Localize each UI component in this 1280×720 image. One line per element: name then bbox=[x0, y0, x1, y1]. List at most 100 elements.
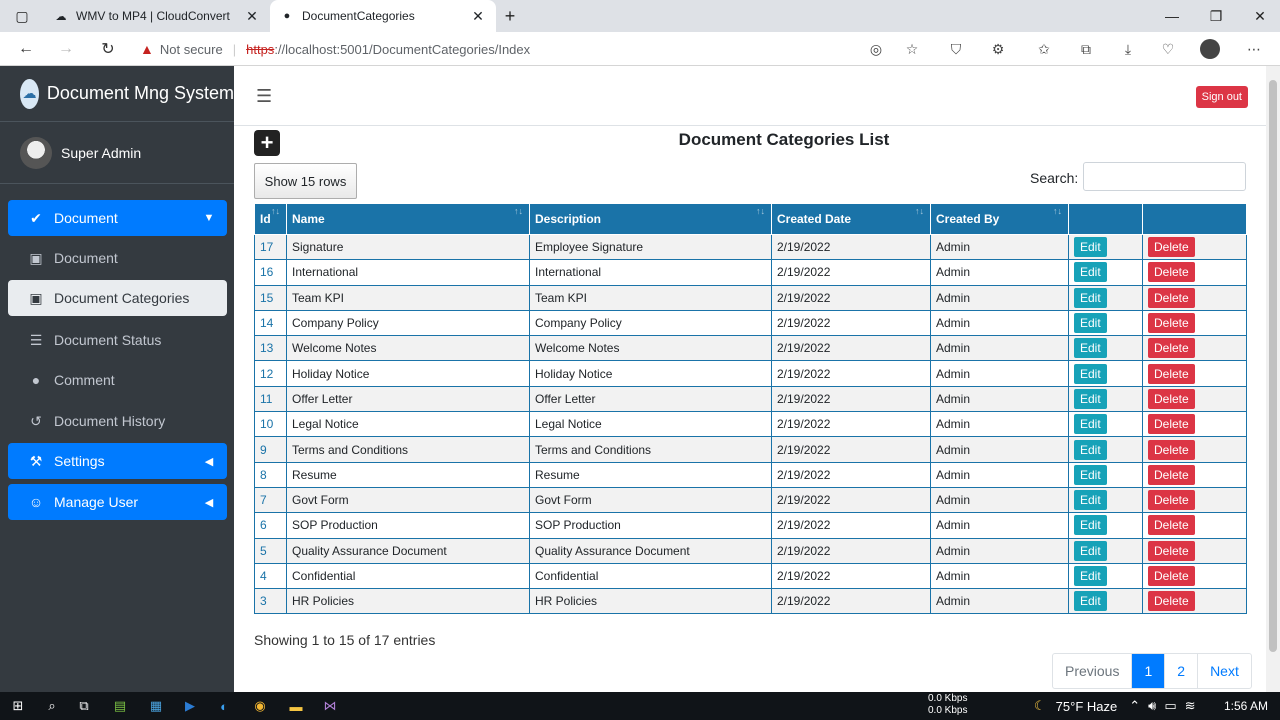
edit-button[interactable]: Edit bbox=[1074, 237, 1107, 258]
tab-close-icon[interactable]: ✕ bbox=[244, 8, 260, 25]
cloud-icon: ☁ bbox=[55, 10, 67, 23]
notepad-icon[interactable]: ▤ bbox=[110, 696, 130, 716]
location-icon[interactable]: ◎ bbox=[866, 39, 886, 59]
delete-button[interactable]: Delete bbox=[1148, 566, 1195, 586]
delete-button[interactable]: Delete bbox=[1148, 490, 1195, 511]
refresh-icon[interactable]: ↻ bbox=[96, 37, 120, 61]
column-header-description[interactable]: Description ↑↓ bbox=[529, 203, 772, 235]
more-icon[interactable]: ⋯ bbox=[1244, 39, 1264, 59]
edit-button[interactable]: Edit bbox=[1074, 338, 1107, 359]
edit-button[interactable]: Edit bbox=[1074, 490, 1107, 511]
browser-essentials-icon[interactable]: ♡ bbox=[1158, 39, 1178, 59]
powershell-icon[interactable]: ▶ bbox=[180, 696, 200, 716]
column-header-id[interactable]: Id ↑↓ bbox=[254, 203, 287, 235]
pagination-previous[interactable]: Previous bbox=[1053, 654, 1131, 688]
weather-widget[interactable]: ☾ 75°F Haze ⌃ 🔊︎ ▭ ≋ bbox=[1034, 698, 1196, 714]
tab-close-icon[interactable]: ✕ bbox=[470, 8, 486, 25]
restore-icon[interactable]: ❐ bbox=[1196, 0, 1236, 32]
extensions-icon[interactable]: ⚙ bbox=[988, 39, 1008, 59]
pagination-next[interactable]: Next bbox=[1197, 654, 1251, 688]
app-icon[interactable]: ▦ bbox=[146, 696, 166, 716]
sign-out-button[interactable]: Sign out bbox=[1195, 86, 1248, 108]
edit-button[interactable]: Edit bbox=[1074, 414, 1107, 435]
tab-actions-icon[interactable]: ▢ bbox=[2, 0, 42, 32]
back-icon[interactable]: ← bbox=[14, 37, 38, 61]
battery-icon[interactable]: ▭ bbox=[1164, 698, 1176, 714]
edit-button[interactable]: Edit bbox=[1074, 566, 1107, 586]
delete-button[interactable]: Delete bbox=[1148, 287, 1195, 308]
delete-button[interactable]: Delete bbox=[1148, 388, 1195, 409]
edit-button[interactable]: Edit bbox=[1074, 313, 1107, 334]
scrollbar-thumb[interactable] bbox=[1269, 80, 1277, 652]
tab-document-categories[interactable]: ● DocumentCategories ✕ bbox=[270, 0, 496, 32]
sidebar-item-document-history[interactable]: ↺ Document History bbox=[8, 403, 227, 439]
delete-button[interactable]: Delete bbox=[1148, 464, 1195, 485]
windows-start-icon[interactable]: ⊞ bbox=[8, 696, 28, 716]
url-field[interactable]: ▲ Not secure | https ://localhost:5001/D… bbox=[140, 38, 860, 60]
delete-cell: Delete bbox=[1142, 233, 1247, 261]
edit-button[interactable]: Edit bbox=[1074, 591, 1107, 612]
edit-button[interactable]: Edit bbox=[1074, 388, 1107, 409]
collections-icon[interactable]: ⧉ bbox=[1076, 39, 1096, 59]
edit-button[interactable]: Edit bbox=[1074, 287, 1107, 308]
sidebar-item-manage-user[interactable]: ☺ Manage User ◀ bbox=[8, 484, 227, 520]
edit-button[interactable]: Edit bbox=[1074, 540, 1107, 561]
visual-studio-icon[interactable]: ⋈ bbox=[320, 696, 340, 716]
delete-cell: Delete bbox=[1142, 562, 1247, 590]
delete-button[interactable]: Delete bbox=[1148, 237, 1195, 258]
close-window-icon[interactable]: ✕ bbox=[1240, 0, 1280, 32]
delete-button[interactable]: Delete bbox=[1148, 515, 1195, 536]
pagination-page-1[interactable]: 1 bbox=[1131, 654, 1165, 688]
sidebar-item-document-categories[interactable]: ▣ Document Categories bbox=[8, 280, 227, 316]
row-id: 14 bbox=[254, 309, 287, 337]
forward-icon[interactable]: → bbox=[54, 37, 78, 61]
task-view-icon[interactable]: ⧉ bbox=[74, 696, 94, 716]
edit-button[interactable]: Edit bbox=[1074, 464, 1107, 485]
sidebar-item-comment[interactable]: ● Comment bbox=[8, 362, 227, 398]
file-explorer-icon[interactable]: ▬ bbox=[286, 696, 306, 716]
delete-button[interactable]: Delete bbox=[1148, 591, 1195, 612]
downloads-icon[interactable]: ⤓ bbox=[1118, 39, 1138, 59]
column-header-created-date[interactable]: Created Date ↑↓ bbox=[771, 203, 931, 235]
sidebar-item-document-status[interactable]: ☰ Document Status bbox=[8, 322, 227, 358]
edit-button[interactable]: Edit bbox=[1074, 363, 1107, 384]
tab-cloudconvert[interactable]: ☁ WMV to MP4 | CloudConvert ✕ bbox=[44, 0, 270, 32]
favorites-icon[interactable]: ✩ bbox=[1034, 39, 1054, 59]
delete-button[interactable]: Delete bbox=[1148, 414, 1195, 435]
delete-button[interactable]: Delete bbox=[1148, 540, 1195, 561]
show-rows-button[interactable]: Show 15 rows bbox=[254, 163, 357, 199]
volume-icon[interactable]: 🔊︎ bbox=[1148, 698, 1156, 714]
shield-icon[interactable]: ⛉ bbox=[946, 39, 966, 59]
brand-link[interactable]: ☁ Document Mng System bbox=[0, 66, 234, 122]
delete-button[interactable]: Delete bbox=[1148, 439, 1195, 460]
delete-button[interactable]: Delete bbox=[1148, 313, 1195, 334]
column-header-name[interactable]: Name ↑↓ bbox=[286, 203, 530, 235]
security-label[interactable]: Not secure bbox=[160, 42, 223, 57]
search-icon[interactable]: ⌕ bbox=[42, 696, 62, 716]
edge-icon[interactable]: ◐ bbox=[214, 696, 234, 716]
taskbar-clock[interactable]: 1:56 AM bbox=[1224, 699, 1268, 713]
delete-button[interactable]: Delete bbox=[1148, 363, 1195, 384]
new-tab-button[interactable]: + bbox=[496, 0, 524, 32]
sidebar-item-document-menu[interactable]: ✔ Document ▼ bbox=[8, 200, 227, 236]
chrome-icon[interactable]: ◉ bbox=[250, 696, 270, 716]
edit-button[interactable]: Edit bbox=[1074, 515, 1107, 536]
edit-button[interactable]: Edit bbox=[1074, 262, 1107, 283]
search-input[interactable] bbox=[1083, 162, 1246, 191]
column-header-created-by[interactable]: Created By ↑↓ bbox=[930, 203, 1069, 235]
table-row: 13 Welcome Notes Welcome Notes 2/19/2022 Adm… bbox=[254, 335, 1247, 362]
user-panel[interactable]: Super Admin bbox=[0, 122, 234, 184]
edit-button[interactable]: Edit bbox=[1074, 439, 1107, 460]
minimize-icon[interactable]: — bbox=[1152, 0, 1192, 32]
delete-button[interactable]: Delete bbox=[1148, 338, 1195, 359]
favorite-star-icon[interactable]: ☆ bbox=[902, 39, 922, 59]
tray-chevron-icon[interactable]: ⌃ bbox=[1129, 698, 1140, 714]
wifi-icon[interactable]: ≋ bbox=[1185, 698, 1196, 714]
profile-avatar[interactable] bbox=[1200, 39, 1220, 59]
hamburger-menu-icon[interactable]: ☰ bbox=[256, 86, 272, 107]
page-scrollbar[interactable] bbox=[1266, 66, 1280, 692]
sidebar-item-settings[interactable]: ⚒ Settings ◀ bbox=[8, 443, 227, 479]
pagination-page-2[interactable]: 2 bbox=[1164, 654, 1197, 688]
sidebar-item-document[interactable]: ▣ Document bbox=[8, 240, 227, 276]
delete-button[interactable]: Delete bbox=[1148, 262, 1195, 283]
